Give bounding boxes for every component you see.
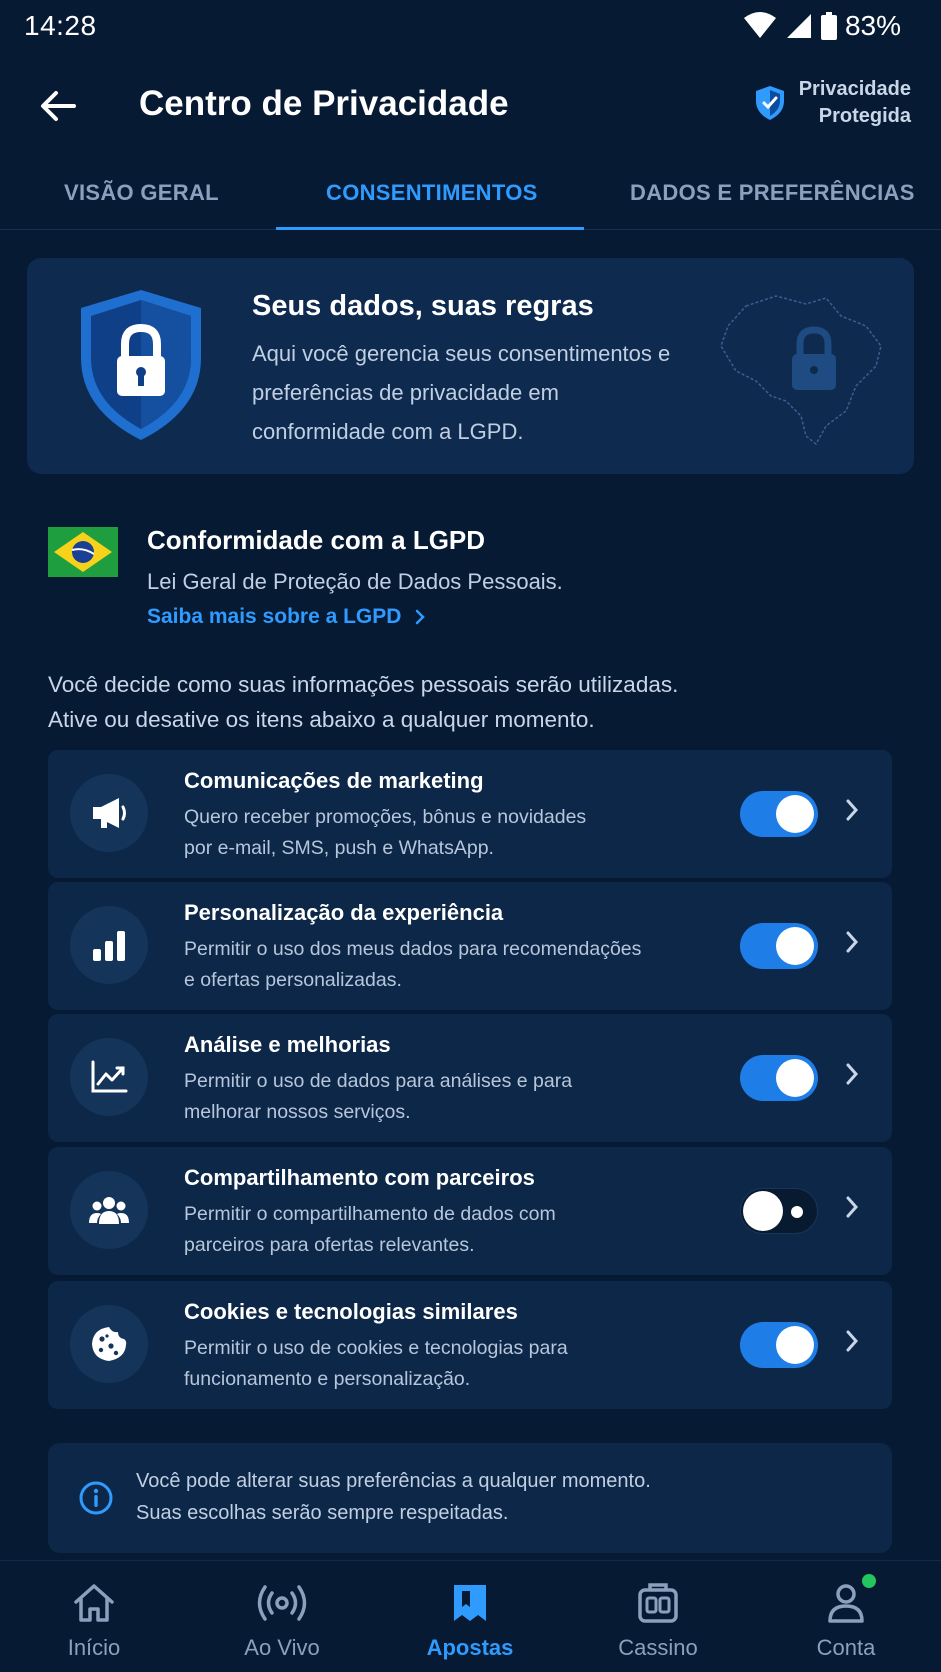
- marketing-toggle[interactable]: [740, 791, 818, 837]
- info-line1: Você pode alterar suas preferências a qu…: [136, 1470, 651, 1492]
- consent-desc-line2: por e-mail, SMS, push e WhatsApp.: [184, 837, 494, 859]
- info-line2: Suas escolhas serão sempre respeitadas.: [136, 1502, 509, 1524]
- lgpd-subtitle: Lei Geral de Proteção de Dados Pessoais.: [147, 569, 563, 594]
- privacy-protected-badge: Privacidade Protegida: [755, 76, 911, 130]
- consent-title: Compartilhamento com parceiros: [184, 1165, 535, 1190]
- shield-check-icon: [755, 85, 785, 121]
- consent-description: Permitir o compartilhamento de dados com…: [184, 1199, 684, 1261]
- nav-apostas[interactable]: Apostas: [376, 1561, 564, 1672]
- consent-desc-line1: Permitir o compartilhamento de dados com: [184, 1203, 556, 1225]
- partners-toggle[interactable]: [740, 1188, 818, 1234]
- chevron-right-icon[interactable]: [845, 1329, 859, 1353]
- chevron-right-icon[interactable]: [845, 930, 859, 954]
- hero-title: Seus dados, suas regras: [252, 290, 594, 322]
- active-tab-indicator: [276, 227, 584, 230]
- arrow-left-icon: [40, 90, 76, 122]
- home-icon: [72, 1579, 116, 1627]
- shield-lock-icon: [77, 286, 205, 444]
- tab-visao-geral[interactable]: VISÃO GERAL: [64, 180, 219, 206]
- chevron-right-icon[interactable]: [845, 1195, 859, 1219]
- consent-title: Análise e melhorias: [184, 1032, 391, 1057]
- bar-chart-icon: [91, 929, 127, 961]
- info-icon: [78, 1480, 114, 1516]
- account-icon: [826, 1579, 866, 1627]
- nav-label: Ao Vivo: [244, 1635, 320, 1660]
- casino-icon: [636, 1579, 680, 1627]
- bottom-navigation: Início Ao Vivo Apostas Cassino Conta: [0, 1560, 941, 1672]
- nav-ao-vivo[interactable]: Ao Vivo: [188, 1561, 376, 1672]
- consent-description: Permitir o uso dos meus dados para recom…: [184, 934, 684, 996]
- chevron-right-icon[interactable]: [845, 1062, 859, 1086]
- bets-icon: [450, 1579, 490, 1627]
- consent-desc-line1: Permitir o uso de cookies e tecnologias …: [184, 1337, 568, 1359]
- lgpd-link-label: Saiba mais sobre a LGPD: [147, 605, 402, 628]
- status-icons: 83%: [743, 10, 901, 42]
- brazil-map-lock-icon: [716, 286, 886, 446]
- lgpd-learn-more-link[interactable]: Saiba mais sobre a LGPD: [147, 605, 426, 629]
- consent-title: Personalização da experiência: [184, 900, 504, 925]
- nav-label: Cassino: [618, 1635, 698, 1660]
- info-note: Você pode alterar suas preferências a qu…: [48, 1443, 892, 1553]
- intro-line2: Ative ou desative os itens abaixo a qual…: [48, 707, 595, 732]
- nav-cassino[interactable]: Cassino: [564, 1561, 752, 1672]
- analytics-toggle[interactable]: [740, 1055, 818, 1101]
- back-button[interactable]: [36, 84, 80, 128]
- consent-description: Permitir o uso de cookies e tecnologias …: [184, 1333, 684, 1395]
- megaphone-icon: [89, 795, 129, 831]
- wifi-icon: [743, 12, 777, 40]
- consent-item-cookies[interactable]: Cookies e tecnologias similares Permitir…: [48, 1281, 892, 1409]
- consent-desc-line2: e ofertas personalizadas.: [184, 969, 402, 991]
- tab-bar: VISÃO GERAL CONSENTIMENTOS DADOS E PREFE…: [0, 160, 941, 230]
- consent-desc-line2: melhorar nossos serviços.: [184, 1101, 411, 1123]
- nav-label: Conta: [816, 1635, 876, 1660]
- status-bar: 14:28 83%: [0, 0, 941, 54]
- hero-description: Aqui você gerencia seus consentimentos e…: [252, 341, 671, 444]
- nav-conta[interactable]: Conta: [752, 1561, 940, 1672]
- lgpd-title: Conformidade com a LGPD: [147, 525, 486, 555]
- cookies-toggle[interactable]: [740, 1322, 818, 1368]
- badge-line2: Protegida: [818, 105, 911, 127]
- intro-text: Você decide como suas informações pessoa…: [48, 667, 908, 737]
- brazil-flag-icon: [48, 527, 118, 577]
- personalization-toggle[interactable]: [740, 923, 818, 969]
- consent-title: Comunicações de marketing: [184, 768, 484, 793]
- battery-percent: 83%: [844, 10, 901, 41]
- consent-item-marketing[interactable]: Comunicações de marketing Quero receber …: [48, 750, 892, 878]
- tab-consentimentos[interactable]: CONSENTIMENTOS: [326, 180, 538, 206]
- consent-item-personalization[interactable]: Personalização da experiência Permitir o…: [48, 882, 892, 1010]
- hero-card: Seus dados, suas regras Aqui você gerenc…: [27, 258, 914, 474]
- page-title: Centro de Privacidade: [139, 84, 509, 123]
- trend-chart-icon: [90, 1060, 128, 1094]
- cookie-icon: [90, 1325, 128, 1363]
- nav-label: Apostas: [426, 1635, 514, 1660]
- chevron-right-icon[interactable]: [845, 798, 859, 822]
- nav-label: Início: [67, 1635, 121, 1660]
- consent-desc-line1: Permitir o uso de dados para análises e …: [184, 1070, 573, 1092]
- nav-inicio[interactable]: Início: [0, 1561, 188, 1672]
- notification-dot: [862, 1574, 876, 1588]
- tab-dados-preferencias[interactable]: DADOS E PREFERÊNCIAS: [630, 180, 915, 206]
- consent-desc-line1: Quero receber promoções, bônus e novidad…: [184, 806, 587, 828]
- consent-item-partners[interactable]: Compartilhamento com parceiros Permitir …: [48, 1147, 892, 1275]
- battery-icon: [820, 12, 837, 40]
- consent-desc-line2: funcionamento e personalização.: [184, 1368, 471, 1390]
- badge-line1: Privacidade: [798, 78, 911, 100]
- consent-item-analytics[interactable]: Análise e melhorias Permitir o uso de da…: [48, 1014, 892, 1142]
- consent-description: Permitir o uso de dados para análises e …: [184, 1066, 684, 1128]
- chevron-right-icon: [415, 609, 426, 625]
- consent-title: Cookies e tecnologias similares: [184, 1299, 518, 1324]
- consent-description: Quero receber promoções, bônus e novidad…: [184, 802, 684, 864]
- intro-line1: Você decide como suas informações pessoa…: [48, 672, 679, 697]
- status-time: 14:28: [24, 10, 97, 41]
- consent-desc-line2: parceiros para ofertas relevantes.: [184, 1234, 475, 1256]
- users-icon: [88, 1194, 130, 1226]
- live-icon: [257, 1579, 307, 1627]
- signal-icon: [785, 12, 813, 40]
- app-header: Centro de Privacidade Privacidade Proteg…: [0, 54, 941, 154]
- consent-desc-line1: Permitir o uso dos meus dados para recom…: [184, 938, 642, 960]
